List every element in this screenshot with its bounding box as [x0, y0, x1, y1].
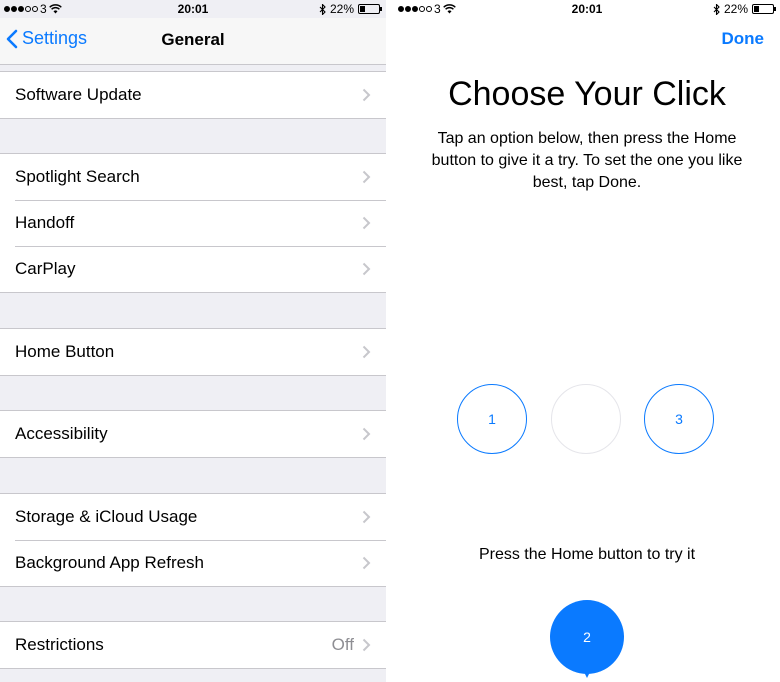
- status-right: 22%: [319, 0, 382, 18]
- chevron-right-icon: [362, 510, 371, 524]
- settings-group-accessibility: Accessibility: [0, 410, 386, 458]
- battery-icon: [358, 4, 382, 14]
- selected-pin-tip: [580, 664, 594, 678]
- bluetooth-icon: [713, 3, 720, 15]
- row-label: Home Button: [15, 342, 115, 361]
- status-right: 22%: [713, 0, 776, 18]
- row-label: Storage & iCloud Usage: [15, 507, 198, 526]
- done-button[interactable]: Done: [722, 29, 765, 49]
- row-carplay[interactable]: CarPlay: [0, 246, 386, 292]
- battery-percent: 22%: [329, 2, 354, 16]
- row-spotlight-search[interactable]: Spotlight Search: [0, 154, 386, 200]
- row-label: CarPlay: [15, 259, 76, 278]
- try-hint-text: Press the Home button to try it: [478, 546, 696, 563]
- chevron-right-icon: [362, 638, 371, 652]
- row-storage-icloud[interactable]: Storage & iCloud Usage: [0, 494, 386, 540]
- settings-group-home-button: Home Button: [0, 328, 386, 376]
- click-option-1[interactable]: 1: [457, 384, 527, 454]
- status-bar: 3 20:01 22%: [394, 0, 780, 18]
- row-label: Background App Refresh: [15, 553, 205, 572]
- choose-click-screen: 3 20:01 22% Done Choose Your Click Tap a…: [394, 0, 780, 682]
- page-title: Choose Your Click: [448, 75, 726, 113]
- row-restrictions[interactable]: Restrictions Off: [0, 622, 386, 668]
- row-label: Handoff: [15, 213, 75, 232]
- page-title: General: [161, 30, 225, 49]
- click-option-2-slot[interactable]: [551, 384, 621, 454]
- row-value: Off: [331, 635, 354, 654]
- selected-click-option[interactable]: 2: [550, 600, 624, 674]
- settings-group-search: Spotlight Search Handoff CarPlay: [0, 153, 386, 293]
- row-home-button[interactable]: Home Button: [0, 329, 386, 375]
- chevron-right-icon: [362, 262, 371, 276]
- chevron-right-icon: [362, 216, 371, 230]
- row-label: Restrictions: [15, 635, 104, 654]
- row-label: Accessibility: [15, 424, 108, 443]
- chevron-right-icon: [362, 88, 371, 102]
- chevron-right-icon: [362, 345, 371, 359]
- row-accessibility[interactable]: Accessibility: [0, 411, 386, 457]
- status-bar: 3 20:01 22%: [0, 0, 386, 18]
- click-option-3[interactable]: 3: [644, 384, 714, 454]
- row-label: Software Update: [15, 85, 142, 104]
- row-label: Spotlight Search: [15, 167, 140, 186]
- chevron-right-icon: [362, 556, 371, 570]
- battery-icon: [752, 4, 776, 14]
- chevron-right-icon: [362, 427, 371, 441]
- settings-group-restrictions: Restrictions Off: [0, 621, 386, 669]
- bluetooth-icon: [319, 3, 326, 15]
- settings-group-storage: Storage & iCloud Usage Background App Re…: [0, 493, 386, 587]
- instructions-text: Tap an option below, then press the Home…: [431, 130, 743, 191]
- settings-group-update: Software Update: [0, 71, 386, 119]
- battery-percent: 22%: [723, 2, 748, 16]
- row-background-app-refresh[interactable]: Background App Refresh: [0, 540, 386, 586]
- settings-general-screen: 3 20:01 22% Settings General Software Up…: [0, 0, 386, 682]
- navigation-bar: Settings General: [0, 18, 386, 65]
- row-handoff[interactable]: Handoff: [0, 200, 386, 246]
- chevron-right-icon: [362, 170, 371, 184]
- row-software-update[interactable]: Software Update: [0, 72, 386, 118]
